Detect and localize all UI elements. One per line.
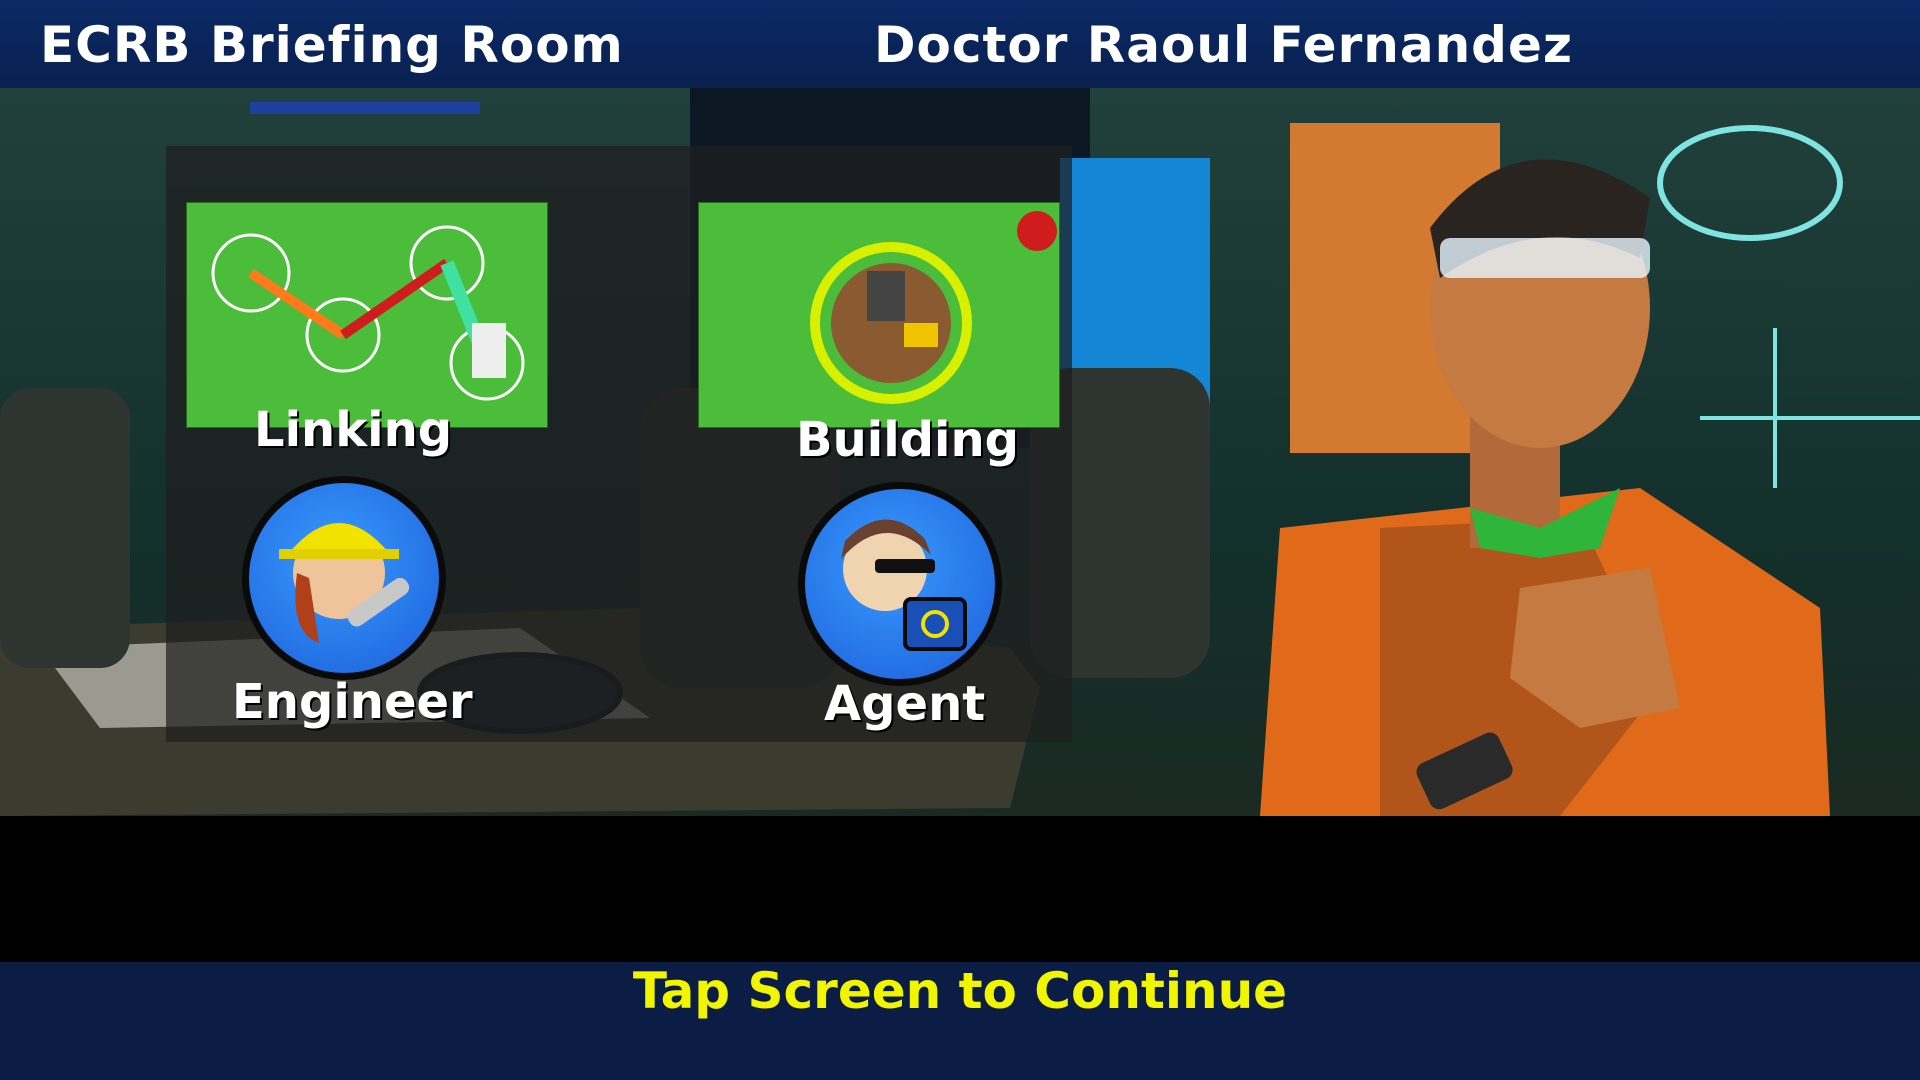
linking-thumbnail <box>186 202 548 428</box>
speaker-name: Doctor Raoul Fernandez <box>874 16 1573 74</box>
building-thumbnail <box>698 202 1060 428</box>
engineer-avatar <box>242 476 446 680</box>
building-label: Building <box>796 412 1020 468</box>
room-title: ECRB Briefing Room <box>40 16 624 74</box>
header-bar: ECRB Briefing Room Doctor Raoul Fernande… <box>0 0 1920 91</box>
agent-avatar <box>798 482 1002 686</box>
briefing-scene[interactable]: Linking Building Engineer Agent <box>0 88 1920 816</box>
continue-prompt[interactable]: Tap Screen to Continue <box>0 962 1920 1020</box>
dialogue-box <box>0 816 1920 962</box>
engineer-label: Engineer <box>232 674 473 730</box>
agent-label: Agent <box>824 676 986 732</box>
linking-label: Linking <box>254 402 453 458</box>
briefing-panel: Linking Building Engineer Agent <box>166 146 1072 742</box>
